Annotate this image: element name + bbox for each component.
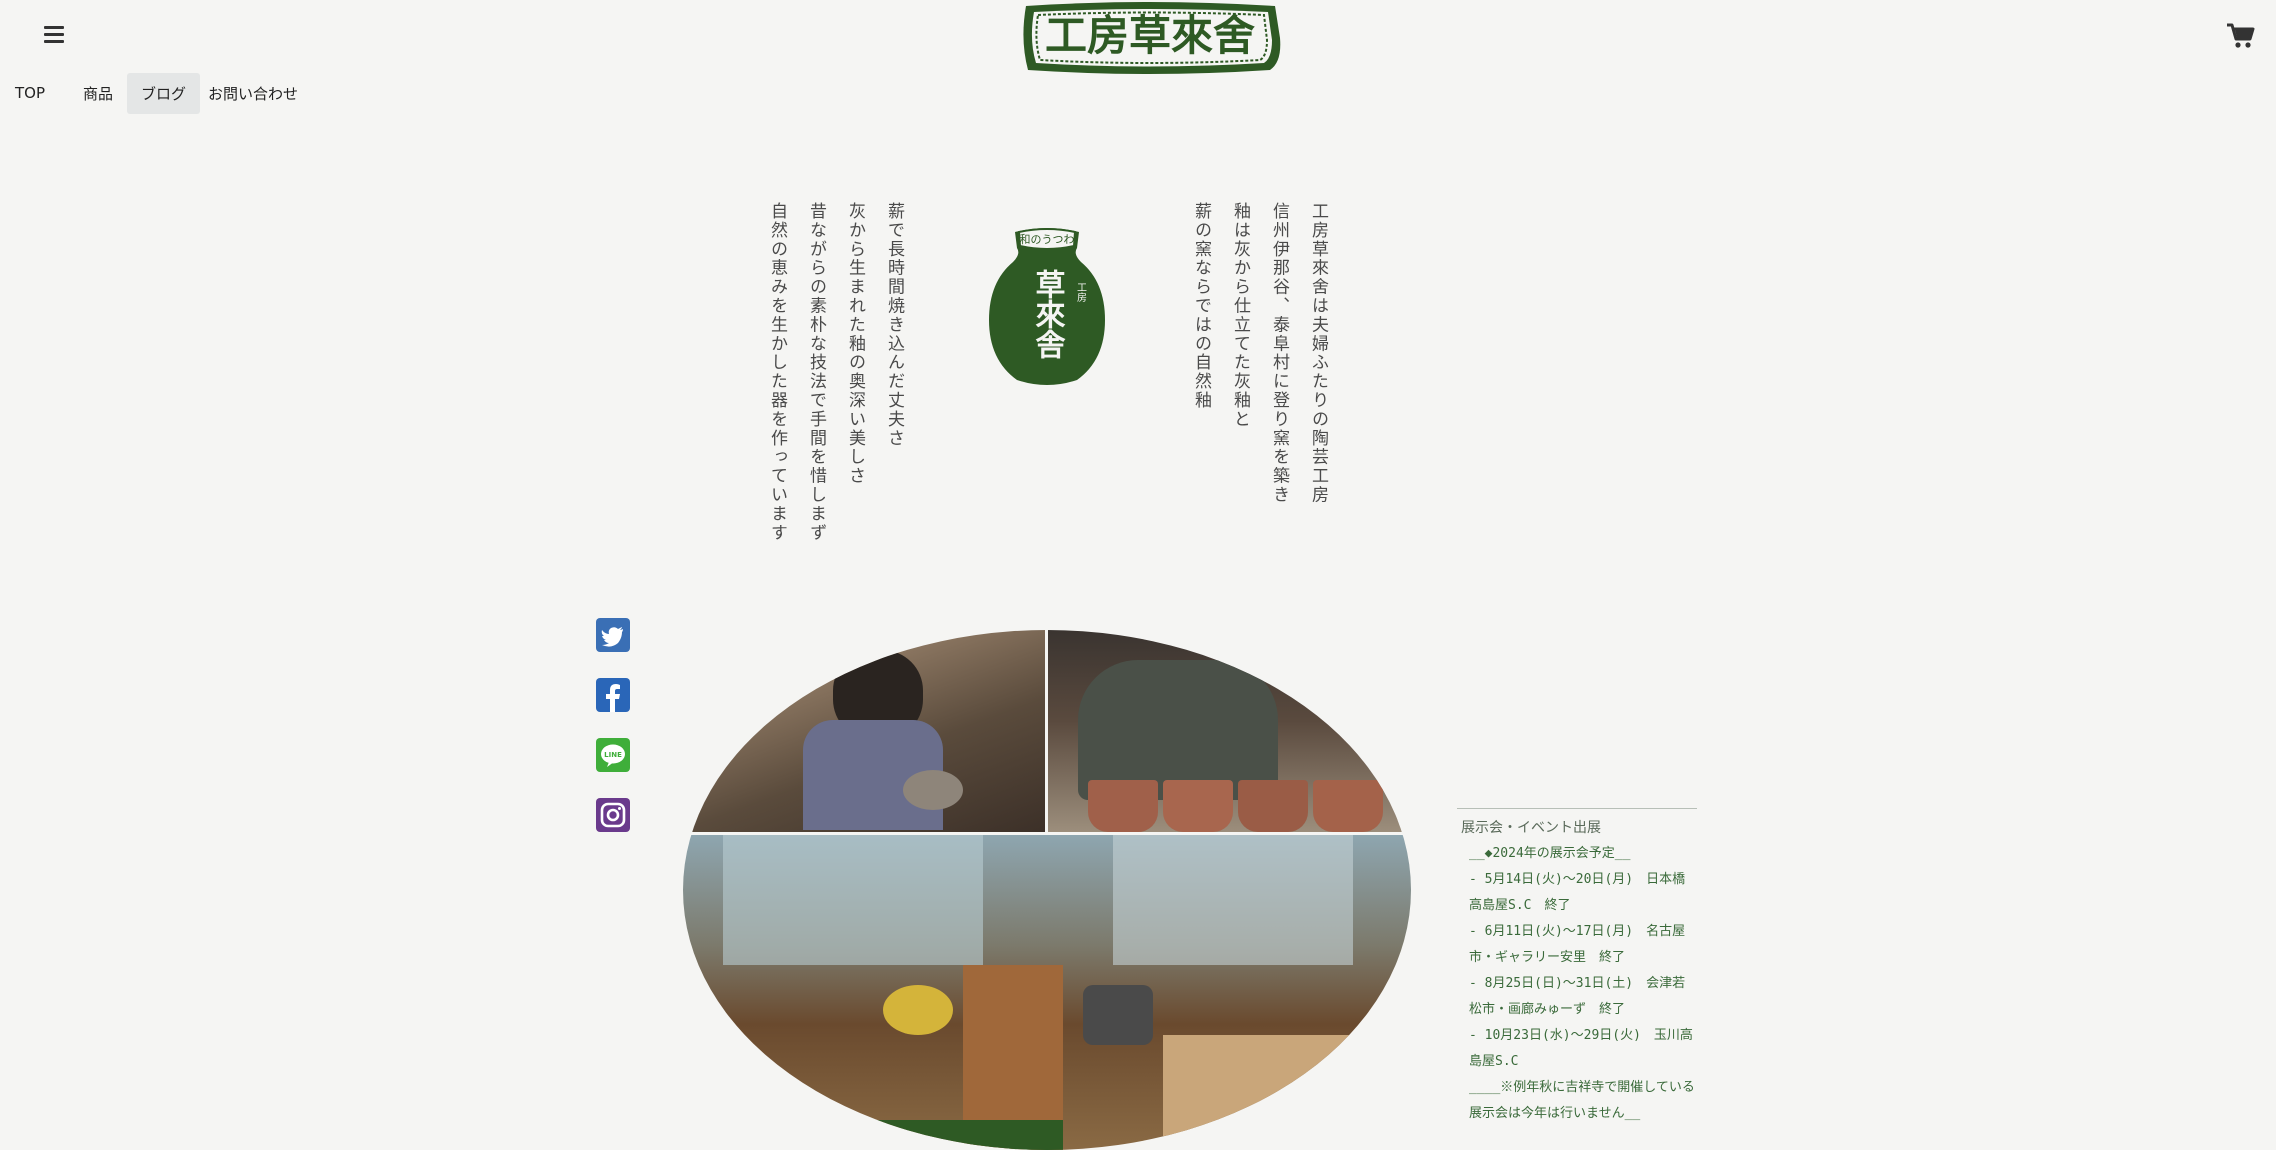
event-item: - 5月14日(火)〜20日(月) 日本橋高島屋S.C 終了 [1469,872,1686,913]
jar-top-text: 和のうつわ [1020,233,1075,246]
facebook-icon[interactable] [596,678,630,712]
event-item: ____※例年秋に吉祥寺で開催している展示会は今年は行いません__ [1469,1080,1695,1121]
intro-line: 昔ながらの素朴な技法で手間を惜しまず [806,202,826,543]
intro-line: 釉は灰から仕立てた灰釉と [1230,202,1250,429]
nav-item-products[interactable]: 商品 [69,73,127,114]
nav-item-top[interactable]: TOP [0,74,59,112]
photo-potter-wheel [683,630,1045,832]
cart-icon[interactable] [2225,20,2255,50]
intro-line: 灰から生まれた釉の奥深い美しさ [845,202,865,486]
intro-line: 薪の窯ならではの自然釉 [1191,202,1211,410]
jar-logo: 和のうつわ 草來舎 工房 [985,222,1110,388]
workshop-photo-collage [683,630,1411,1150]
event-item: __◆2024年の展示会予定__ [1469,846,1631,861]
nav-item-blog[interactable]: ブログ [127,72,201,114]
instagram-icon[interactable] [596,798,630,832]
intro-line: 工房草來舍は夫婦ふたりの陶芸工房 [1308,202,1328,505]
events-panel: 展示会・イベント出展 __◆2024年の展示会予定__ - 5月14日(火)〜2… [1457,808,1697,1127]
intro-line: 自然の恵みを生かした器を作っています [767,202,787,543]
intro-line: 薪で長時間焼き込んだ丈夫さ [884,202,904,448]
hamburger-icon [44,26,64,29]
menu-button[interactable] [40,20,70,50]
twitter-icon[interactable] [596,618,630,652]
nav-item-contact[interactable]: お問い合わせ [200,73,312,114]
svg-text:LINE: LINE [604,751,622,759]
main-nav: TOP 商品 ブログ お問い合わせ [0,72,312,114]
event-item: - 6月11日(火)〜17日(月) 名古屋市・ギャラリー安里 終了 [1469,924,1686,965]
jar-main-text: 草來舎 [1030,269,1066,359]
photo-pots-drying [1048,630,1411,832]
intro-line: 信州伊那谷、泰阜村に登り窯を築き [1269,202,1289,505]
jar-side-text: 工房 [1075,282,1087,303]
event-item: - 10月23日(水)〜29日(火) 玉川高島屋S.C [1469,1028,1693,1069]
line-icon[interactable]: LINE [596,738,630,772]
logo-text: 工房草來舍 [1045,11,1255,60]
divider [1457,808,1697,809]
event-item: - 8月25日(日)〜31日(土) 会津若松市・画廊みゅーず 終了 [1469,976,1686,1017]
photo-workshop-interior [683,835,1411,1150]
site-logo[interactable]: 工房草來舍 [1018,0,1283,76]
events-title: 展示会・イベント出展 [1461,820,1601,836]
